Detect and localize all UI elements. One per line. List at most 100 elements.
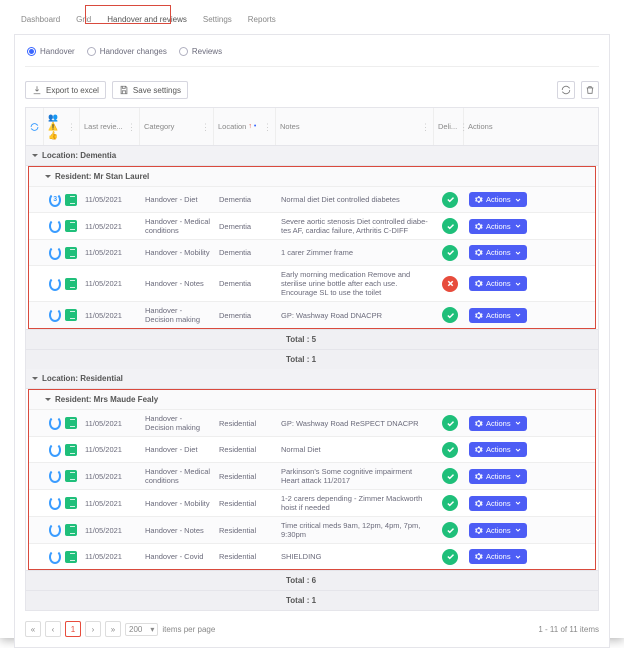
table-row: 11/05/2021Handover - DietResidentialNorm…	[29, 436, 595, 462]
row-actions-button[interactable]: Actions	[469, 192, 527, 207]
group-resident[interactable]: Resident: Mrs Maude Fealy	[29, 390, 595, 409]
chevron-down-icon	[514, 499, 522, 507]
chevron-down-icon	[514, 311, 522, 319]
cell-location: Residential	[215, 522, 277, 539]
cell-category: Handover - Diet	[141, 191, 215, 208]
row-actions-button[interactable]: Actions	[469, 496, 527, 511]
progress-icon	[49, 277, 61, 291]
col-notes[interactable]: Notes⋮	[276, 108, 434, 145]
progress-icon	[49, 469, 61, 483]
collapse-icon	[32, 377, 38, 380]
subtab-reviews[interactable]: Reviews	[179, 47, 222, 56]
chevron-down-icon	[514, 553, 522, 561]
cell-location: Residential	[215, 495, 277, 512]
row-actions-button[interactable]: Actions	[469, 245, 527, 260]
chevron-down-icon	[514, 472, 522, 480]
book-icon	[65, 278, 77, 290]
cell-category: Handover - Medical conditions	[141, 463, 215, 489]
group-resident[interactable]: Resident: Mr Stan Laurel	[29, 167, 595, 186]
nav-tab-reports[interactable]: Reports	[241, 11, 283, 28]
row-actions-button[interactable]: Actions	[469, 523, 527, 538]
subtab-handover[interactable]: Handover	[27, 47, 75, 56]
row-actions-button[interactable]: Actions	[469, 276, 527, 291]
subtab-handover-changes[interactable]: Handover changes	[87, 47, 167, 56]
cell-notes: Normal diet Diet controlled diabetes	[277, 191, 435, 208]
save-label: Save settings	[133, 86, 181, 95]
col-location[interactable]: Location ↑•⋮	[214, 108, 276, 145]
main-panel: Handover Handover changes Reviews Export t…	[14, 34, 610, 648]
col-refresh[interactable]	[26, 108, 44, 145]
toolbar: Export to excel Save settings	[25, 81, 599, 99]
table-row: 11/05/2021Handover - Decision makingResi…	[29, 409, 595, 436]
refresh-button[interactable]	[557, 81, 575, 99]
pager-last[interactable]: »	[105, 621, 121, 637]
row-actions-button[interactable]: Actions	[469, 416, 527, 431]
pager-page-current[interactable]: 1	[65, 621, 81, 637]
chevron-down-icon: ▾	[150, 625, 154, 634]
status-error-icon	[442, 276, 458, 292]
row-actions-button[interactable]: Actions	[469, 549, 527, 564]
progress-icon: 3	[49, 193, 61, 207]
book-icon	[65, 444, 77, 456]
col-category[interactable]: Category⋮	[140, 108, 214, 145]
group-location[interactable]: Location: Residential	[26, 369, 598, 389]
pager-info: 1 - 11 of 11 items	[538, 625, 599, 634]
table-row: 11/05/2021Handover - MobilityResidential…	[29, 489, 595, 516]
table-row: 11/05/2021Handover - NotesDementiaEarly …	[29, 265, 595, 301]
chevron-down-icon	[514, 280, 522, 288]
chevron-down-icon	[514, 526, 522, 534]
grid-header: 👥 ⚠️ 👍⋮ Last revie...⋮ Category⋮ Locatio…	[26, 108, 598, 146]
col-deli[interactable]: Deli...⋮	[434, 108, 464, 145]
cell-category: Handover - Mobility	[141, 244, 215, 261]
progress-icon	[49, 219, 61, 233]
row-actions-button[interactable]: Actions	[469, 308, 527, 323]
cell-notes: GP: Washway Road DNACPR	[277, 307, 435, 324]
cell-location: Dementia	[215, 307, 277, 324]
progress-icon	[49, 308, 61, 322]
status-ok-icon	[442, 495, 458, 511]
nav-tab-settings[interactable]: Settings	[196, 11, 239, 28]
row-actions-button[interactable]: Actions	[469, 469, 527, 484]
row-actions-button[interactable]: Actions	[469, 219, 527, 234]
cell-date: 11/05/2021	[81, 495, 141, 512]
cell-category: Handover - Decision making	[141, 302, 215, 328]
group-total-rows: Total : 5	[26, 329, 598, 349]
col-actions[interactable]: Actions	[464, 108, 524, 145]
gear-icon	[474, 472, 483, 481]
pager-first[interactable]: «	[25, 621, 41, 637]
pager-next[interactable]: ›	[85, 621, 101, 637]
export-excel-button[interactable]: Export to excel	[25, 81, 106, 99]
cell-location: Residential	[215, 415, 277, 432]
radio-icon	[87, 47, 96, 56]
status-ok-icon	[442, 522, 458, 538]
group-location[interactable]: Location: Dementia	[26, 146, 598, 166]
progress-icon	[49, 523, 61, 537]
delete-button[interactable]	[581, 81, 599, 99]
save-settings-button[interactable]: Save settings	[112, 81, 188, 99]
sort-asc-icon: ↑	[248, 123, 252, 130]
cell-date: 11/05/2021	[81, 218, 141, 235]
cell-date: 11/05/2021	[81, 307, 141, 324]
cell-date: 11/05/2021	[81, 244, 141, 261]
col-icons[interactable]: 👥 ⚠️ 👍⋮	[44, 108, 80, 145]
refresh-small-icon	[30, 122, 39, 132]
gear-icon	[474, 526, 483, 535]
nav-tab-dashboard[interactable]: Dashboard	[14, 11, 67, 28]
row-actions-button[interactable]: Actions	[469, 442, 527, 457]
pager-prev[interactable]: ‹	[45, 621, 61, 637]
status-ok-icon	[442, 218, 458, 234]
book-icon	[65, 470, 77, 482]
radio-icon	[27, 47, 36, 56]
gear-icon	[474, 311, 483, 320]
page-size-select[interactable]: 200▾	[125, 623, 158, 636]
group-total-rows: Total : 6	[26, 570, 598, 590]
per-page-label: items per page	[162, 625, 215, 634]
chevron-down-icon	[514, 196, 522, 204]
table-row: 311/05/2021Handover - DietDementiaNormal…	[29, 186, 595, 212]
status-ok-icon	[442, 192, 458, 208]
col-last-review[interactable]: Last revie...⋮	[80, 108, 140, 145]
cell-location: Dementia	[215, 244, 277, 261]
status-ok-icon	[442, 442, 458, 458]
cell-notes: SHIELDING	[277, 548, 435, 565]
pager: « ‹ 1 › » 200▾ items per page 1 - 11 of …	[25, 621, 599, 637]
